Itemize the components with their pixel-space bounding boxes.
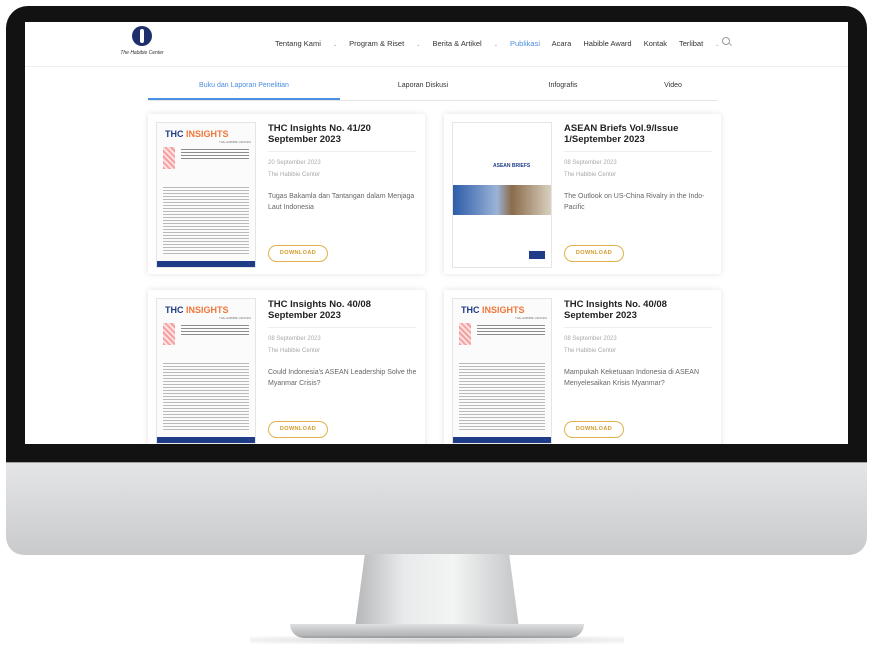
nav-item-terlibat[interactable]: Terlibat ⌄ <box>679 39 719 48</box>
cover-subtitle: THE HABIBIE CENTER <box>515 316 547 320</box>
publication-title[interactable]: ASEAN Briefs Vol.9/Issue 1/September 202… <box>564 123 714 145</box>
cover-image <box>453 185 551 215</box>
cover-subtitle: THE HABIBIE CENTER <box>219 316 251 320</box>
nav-label: Program & Riset <box>349 39 405 48</box>
logo-mark-icon <box>132 26 152 46</box>
nav-item-berita-artikel[interactable]: Berita & Artikel ⌄ <box>433 39 498 48</box>
main-nav: Tentang Kami ⌄ Program & Riset ⌄ Berita & … <box>275 39 729 48</box>
publication-author: The Habibie Center <box>268 348 321 354</box>
cover-brand: THC INSIGHTS <box>165 305 229 315</box>
cover-brand-a: THC <box>165 305 186 315</box>
monitor-chin <box>6 462 867 555</box>
publication-cover[interactable]: THC INSIGHTS THE HABIBIE CENTER <box>156 122 256 268</box>
cover-brand-b: INSIGHTS <box>186 305 229 315</box>
download-button[interactable]: DOWNLOAD <box>564 421 624 438</box>
publication-author: The Habibie Center <box>564 348 617 354</box>
nav-item-habibie-award[interactable]: Habible Award <box>583 39 631 48</box>
publication-title[interactable]: THC Insights No. 40/08 September 2023 <box>564 299 714 321</box>
tab-video[interactable]: Video <box>628 82 718 89</box>
nav-item-publikasi[interactable]: Publikasi <box>510 39 540 48</box>
site-logo[interactable]: The Habibie Center <box>117 26 167 64</box>
publication-date: 08 September 2023 <box>268 336 321 342</box>
chevron-down-icon: ⌄ <box>493 42 498 48</box>
chevron-down-icon: ⌄ <box>416 42 421 48</box>
cover-brand: THC INSIGHTS <box>461 305 525 315</box>
cover-logo <box>529 251 545 259</box>
nav-item-tentang-kami[interactable]: Tentang Kami ⌄ <box>275 39 337 48</box>
publication-cover[interactable]: THC INSIGHTS THE HABIBIE CENTER <box>452 298 552 444</box>
site-header: The Habibie Center Tentang Kami ⌄ Program… <box>25 22 848 67</box>
logo-text: The Habibie Center <box>120 50 164 56</box>
monitor-shadow <box>250 636 624 644</box>
cover-brand-a: THC <box>165 129 186 139</box>
download-button[interactable]: DOWNLOAD <box>268 421 328 438</box>
cover-footer-bar <box>157 437 255 443</box>
cover-subtitle: THE HABIBIE CENTER <box>219 140 251 144</box>
cover-brand-b: INSIGHTS <box>186 129 229 139</box>
nav-item-program-riset[interactable]: Program & Riset ⌄ <box>349 39 420 48</box>
publication-tabs: Buku dan Laporan Penelitian Laporan Disk… <box>148 80 718 101</box>
cover-body-text <box>163 363 249 431</box>
download-button[interactable]: DOWNLOAD <box>268 245 328 262</box>
nav-item-acara[interactable]: Acara <box>552 39 572 48</box>
cover-pattern <box>163 323 175 345</box>
publication-author: The Habibie Center <box>268 172 321 178</box>
cover-body-text <box>459 363 545 431</box>
cover-brand-b: INSIGHTS <box>482 305 525 315</box>
publication-date: 20 September 2023 <box>268 160 321 166</box>
cover-brand: THC INSIGHTS <box>165 129 229 139</box>
publication-date: 08 September 2023 <box>564 160 617 166</box>
publication-author: The Habibie Center <box>564 172 617 178</box>
chevron-down-icon: ⌄ <box>715 42 720 48</box>
nav-item-kontak[interactable]: Kontak <box>644 39 667 48</box>
divider <box>564 327 712 328</box>
cover-footer-bar <box>453 437 551 443</box>
chevron-down-icon: ⌄ <box>332 42 338 48</box>
publication-card: THC INSIGHTS THE HABIBIE CENTER THC Insi… <box>148 114 425 274</box>
divider <box>564 151 712 152</box>
publication-date: 08 September 2023 <box>564 336 617 342</box>
divider <box>268 327 416 328</box>
cover-footer-bar <box>157 261 255 267</box>
cover-title: ASEAN BRIEFS <box>493 163 531 169</box>
publication-title[interactable]: THC Insights No. 40/08 September 2023 <box>268 299 418 321</box>
publication-description: Mampukah Keketuaan Indonesia di ASEAN Me… <box>564 369 700 387</box>
website-screen: The Habibie Center Tentang Kami ⌄ Program… <box>25 22 848 444</box>
cover-body-text <box>163 187 249 255</box>
publication-description: Could Indonesia's ASEAN Leadership Solve… <box>268 369 417 387</box>
publication-card: THC INSIGHTS THE HABIBIE CENTER THC Insi… <box>444 290 721 444</box>
search-icon[interactable] <box>722 37 730 45</box>
publication-card: THC INSIGHTS THE HABIBIE CENTER THC Insi… <box>148 290 425 444</box>
publication-cover[interactable]: ASEAN BRIEFS <box>452 122 552 268</box>
tab-infografis[interactable]: Infografis <box>508 82 618 89</box>
nav-label: Tentang Kami <box>275 39 321 48</box>
cover-pattern <box>459 323 471 345</box>
publication-card: ASEAN BRIEFS ASEAN Briefs Vol.9/Issue 1/… <box>444 114 721 274</box>
publication-title[interactable]: THC Insights No. 41/20 September 2023 <box>268 123 418 145</box>
cover-brand-a: THC <box>461 305 482 315</box>
cover-pattern <box>163 147 175 169</box>
cover-headline <box>181 325 249 335</box>
active-tab-indicator <box>148 98 340 100</box>
download-button[interactable]: DOWNLOAD <box>564 245 624 262</box>
cover-headline <box>477 325 545 335</box>
tab-laporan-diskusi[interactable]: Laporan Diskusi <box>358 82 488 89</box>
monitor-stand <box>355 554 519 628</box>
publication-cover[interactable]: THC INSIGHTS THE HABIBIE CENTER <box>156 298 256 444</box>
publication-description: The Outlook on US-China Rivalry in the I… <box>564 193 705 211</box>
cover-headline <box>181 149 249 159</box>
nav-label: Berita & Artikel <box>432 39 482 48</box>
nav-label: Terlibat <box>679 39 704 48</box>
publication-description: Tugas Bakamla dan Tantangan dalam Menjag… <box>268 193 415 211</box>
divider <box>268 151 416 152</box>
tab-buku-laporan[interactable]: Buku dan Laporan Penelitian <box>148 82 340 89</box>
